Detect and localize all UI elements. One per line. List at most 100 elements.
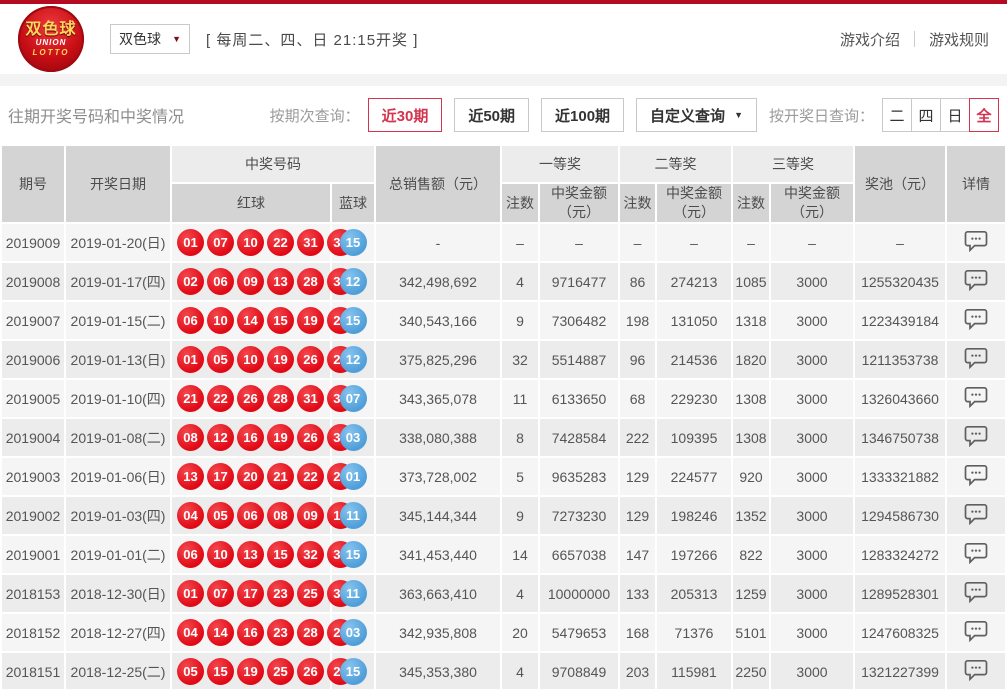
period-100-button[interactable]: 近100期 (541, 98, 624, 132)
section-title: 往期开奖号码和中奖情况 (8, 103, 184, 127)
col-first-amount: 中奖金额（元） (540, 184, 618, 222)
sales-cell: 340,543,166 (376, 302, 500, 339)
date-cell: 2019-01-01(二) (66, 536, 170, 573)
first-prize-amount-cell: 9708849 (540, 653, 618, 689)
red-ball: 15 (267, 541, 294, 568)
first-prize-amount-cell: – (540, 224, 618, 261)
detail-comment-button[interactable] (964, 464, 988, 486)
period-query-label: 按期次查询： (270, 105, 360, 126)
red-ball: 26 (297, 346, 324, 373)
red-ball: 21 (177, 385, 204, 412)
third-prize-amount-cell: 3000 (771, 380, 853, 417)
period-50-button[interactable]: 近50期 (454, 98, 529, 132)
red-ball: 17 (207, 463, 234, 490)
second-prize-count-cell: 133 (620, 575, 655, 612)
red-ball: 28 (267, 385, 294, 412)
second-prize-count-cell: 147 (620, 536, 655, 573)
first-prize-count-cell: 4 (502, 263, 538, 300)
detail-cell (947, 653, 1005, 689)
page-header: 双色球 UNION LOTTO 双色球 ▼ [ 每周二、四、日 21:15开奖 … (0, 4, 1007, 74)
sales-cell: 345,144,344 (376, 497, 500, 534)
pool-cell: 1346750738 (855, 419, 945, 456)
blue-ball: 12 (340, 346, 367, 373)
detail-comment-button[interactable] (964, 659, 988, 681)
period-30-button[interactable]: 近30期 (368, 98, 443, 132)
day-sunday-button[interactable]: 日 (940, 98, 970, 132)
third-prize-amount-cell: 3000 (771, 263, 853, 300)
first-prize-amount-cell: 5479653 (540, 614, 618, 651)
sales-cell: 342,935,808 (376, 614, 500, 651)
detail-cell (947, 497, 1005, 534)
blue-ball: 03 (340, 424, 367, 451)
red-ball: 22 (297, 463, 324, 490)
red-ball: 25 (267, 658, 294, 685)
second-prize-amount-cell: 229230 (657, 380, 731, 417)
red-ball: 06 (237, 502, 264, 529)
game-rules-link[interactable]: 游戏规则 (929, 29, 989, 50)
col-third-amount: 中奖金额（元） (771, 184, 853, 222)
detail-comment-button[interactable] (964, 347, 988, 369)
speech-bubble-icon (964, 386, 988, 408)
pool-cell: 1294586730 (855, 497, 945, 534)
site-logo[interactable]: 双色球 UNION LOTTO (18, 6, 84, 72)
chevron-down-icon: ▼ (734, 110, 743, 120)
red-ball: 31 (297, 229, 324, 256)
red-ball: 14 (237, 307, 264, 334)
red-ball: 13 (237, 541, 264, 568)
third-prize-amount-cell: 3000 (771, 302, 853, 339)
detail-comment-button[interactable] (964, 386, 988, 408)
first-prize-amount-cell: 7273230 (540, 497, 618, 534)
day-thursday-button[interactable]: 四 (911, 98, 941, 132)
first-prize-count-cell: 9 (502, 302, 538, 339)
second-prize-count-cell: 86 (620, 263, 655, 300)
red-ball: 17 (237, 580, 264, 607)
third-prize-count-cell: 1820 (733, 341, 769, 378)
issue-cell: 2019007 (2, 302, 64, 339)
speech-bubble-icon (964, 659, 988, 681)
detail-comment-button[interactable] (964, 230, 988, 252)
game-select[interactable]: 双色球 ▼ (110, 24, 190, 54)
game-intro-link[interactable]: 游戏介绍 (840, 29, 900, 50)
first-prize-amount-cell: 9716477 (540, 263, 618, 300)
day-tuesday-button[interactable]: 二 (882, 98, 912, 132)
first-prize-amount-cell: 6133650 (540, 380, 618, 417)
speech-bubble-icon (964, 230, 988, 252)
second-prize-amount-cell: 224577 (657, 458, 731, 495)
detail-comment-button[interactable] (964, 542, 988, 564)
detail-comment-button[interactable] (964, 503, 988, 525)
blue-ball: 15 (340, 307, 367, 334)
issue-cell: 2019005 (2, 380, 64, 417)
second-prize-amount-cell: – (657, 224, 731, 261)
table-row: 2019007 2019-01-15(二) 061014151923 15 34… (2, 302, 1005, 339)
red-ball: 32 (297, 541, 324, 568)
third-prize-amount-cell: 3000 (771, 419, 853, 456)
day-all-button[interactable]: 全 (969, 98, 999, 132)
custom-query-button[interactable]: 自定义查询 ▼ (636, 98, 757, 132)
blue-ball: 03 (340, 619, 367, 646)
detail-comment-button[interactable] (964, 308, 988, 330)
red-ball: 31 (297, 385, 324, 412)
first-prize-amount-cell: 9635283 (540, 458, 618, 495)
second-prize-amount-cell: 214536 (657, 341, 731, 378)
second-prize-count-cell: 129 (620, 497, 655, 534)
detail-cell (947, 380, 1005, 417)
detail-comment-button[interactable] (964, 269, 988, 291)
date-cell: 2018-12-30(日) (66, 575, 170, 612)
logo-subtitle-lotto: LOTTO (33, 48, 70, 58)
detail-comment-button[interactable] (964, 581, 988, 603)
issue-cell: 2019006 (2, 341, 64, 378)
detail-cell (947, 263, 1005, 300)
third-prize-amount-cell: 3000 (771, 536, 853, 573)
detail-comment-button[interactable] (964, 425, 988, 447)
red-ball: 10 (237, 346, 264, 373)
col-group-first-prize: 一等奖 (502, 146, 618, 182)
date-cell: 2018-12-25(二) (66, 653, 170, 689)
detail-comment-button[interactable] (964, 620, 988, 642)
third-prize-count-cell: 1352 (733, 497, 769, 534)
first-prize-amount-cell: 10000000 (540, 575, 618, 612)
sales-cell: 343,365,078 (376, 380, 500, 417)
red-ball: 04 (177, 619, 204, 646)
red-ball: 15 (267, 307, 294, 334)
detail-cell (947, 341, 1005, 378)
first-prize-amount-cell: 7306482 (540, 302, 618, 339)
